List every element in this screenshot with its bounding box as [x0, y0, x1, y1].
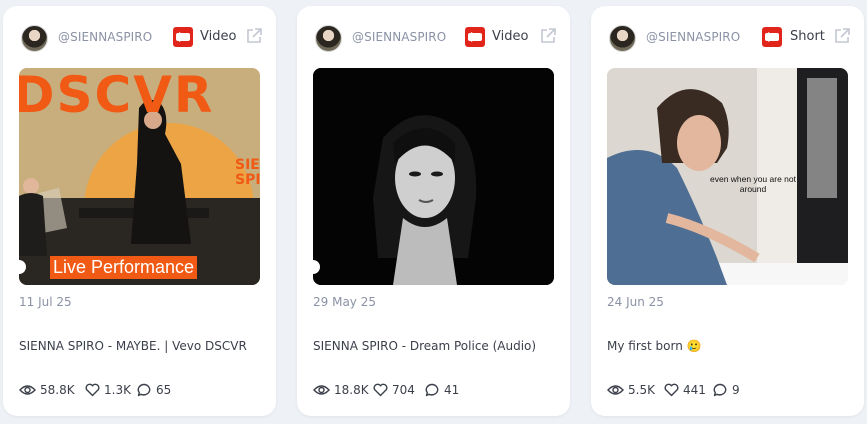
post-card[interactable]: @SIENNASPIRO Short even when you are not…: [591, 6, 864, 416]
thumbnail-side-text: SIE SPIR: [235, 157, 260, 188]
post-date: 29 May 25: [313, 295, 376, 309]
post-title[interactable]: SIENNA SPIRO - Dream Police (Audio): [313, 339, 558, 353]
likes-stat: 1.3K: [85, 383, 131, 397]
youtube-icon: [762, 27, 782, 47]
comments-stat: 65: [137, 383, 171, 397]
avatar[interactable]: [21, 25, 48, 52]
likes-count: 441: [683, 383, 706, 397]
comments-stat: 9: [713, 383, 740, 397]
post-date: 11 Jul 25: [19, 295, 72, 309]
post-title[interactable]: SIENNA SPIRO - MAYBE. | Vevo DSCVR: [19, 339, 264, 353]
post-type-label: Short: [790, 29, 825, 44]
eye-icon: [313, 385, 330, 395]
thumbnail-brand-text: DSCVR: [19, 68, 215, 124]
post-type-label: Video: [492, 29, 529, 44]
heart-icon: [664, 383, 679, 397]
post-date: 24 Jun 25: [607, 295, 664, 309]
avatar[interactable]: [315, 25, 342, 52]
views-count: 18.8K: [334, 383, 369, 397]
heart-icon: [373, 383, 388, 397]
thumbnail-image: [313, 68, 554, 285]
youtube-icon: [465, 27, 485, 47]
comments-count: 9: [732, 383, 740, 397]
likes-stat: 441: [664, 383, 706, 397]
card-header: @SIENNASPIRO Video: [19, 24, 262, 52]
views-stat: 18.8K: [313, 383, 369, 397]
youtube-icon: [173, 27, 193, 47]
eye-icon: [19, 385, 36, 395]
external-link-icon[interactable]: [245, 27, 263, 45]
author-handle[interactable]: @SIENNASPIRO: [352, 30, 446, 44]
views-stat: 58.8K: [19, 383, 75, 397]
post-type-label: Video: [200, 29, 237, 44]
heart-icon: [85, 383, 100, 397]
external-link-icon[interactable]: [539, 27, 557, 45]
likes-count: 1.3K: [104, 383, 131, 397]
likes-stat: 704: [373, 383, 415, 397]
views-count: 58.8K: [40, 383, 75, 397]
views-stat: 5.5K: [607, 383, 655, 397]
video-thumbnail[interactable]: even when you are not around: [607, 68, 848, 285]
comments-count: 41: [444, 383, 460, 397]
post-card[interactable]: @SIENNASPIRO Video DSCVR SIE SPIR Live P…: [3, 6, 276, 416]
external-link-icon[interactable]: [833, 27, 851, 45]
comment-icon: [425, 383, 439, 397]
thumbnail-overlay-label: Live Performance: [50, 256, 198, 279]
video-thumbnail[interactable]: DSCVR SIE SPIR Live Performance: [19, 68, 260, 285]
comment-icon: [713, 383, 727, 397]
author-handle[interactable]: @SIENNASPIRO: [58, 30, 152, 44]
post-title[interactable]: My first born 🥲: [607, 339, 852, 353]
card-header: @SIENNASPIRO Video: [313, 24, 556, 52]
author-handle[interactable]: @SIENNASPIRO: [646, 30, 740, 44]
post-card[interactable]: @SIENNASPIRO Video 29 May 25 SIENNA SPIR…: [297, 6, 570, 416]
comment-icon: [137, 383, 151, 397]
likes-count: 704: [392, 383, 415, 397]
views-count: 5.5K: [628, 383, 655, 397]
card-header: @SIENNASPIRO Short: [607, 24, 850, 52]
avatar[interactable]: [609, 25, 636, 52]
thumbnail-caption: even when you are not around: [709, 174, 796, 194]
video-thumbnail[interactable]: [313, 68, 554, 285]
eye-icon: [607, 385, 624, 395]
comments-count: 65: [156, 383, 172, 397]
comments-stat: 41: [425, 383, 459, 397]
